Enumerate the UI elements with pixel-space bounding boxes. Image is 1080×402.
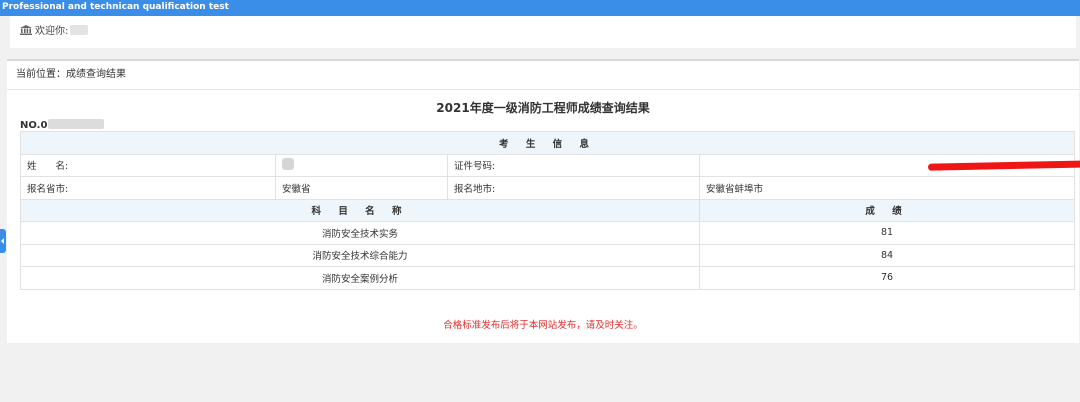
welcome-bar: 欢迎你: [10,16,1076,48]
page-title: 2021年度一级消防工程师成绩查询结果 [436,101,650,115]
blurred-name [282,157,294,170]
id-value [699,153,1080,177]
table-row: 消防安全案例分析 76 [20,266,1075,290]
name-label: 姓 名: [20,153,276,177]
table-row: 消防安全技术综合能力 84 [20,243,1075,267]
city-value: 安徽省蚌埠市 [699,176,1075,200]
breadcrumb: 当前位置：成绩查询结果 [7,61,1079,90]
app-title: Professional and technican qualification… [2,2,229,12]
table-row: 姓 名: 证件号码: [20,153,1080,177]
name-value [275,153,448,177]
id-label: 证件号码: [447,153,700,177]
table-row: 报名省市: 安徽省 报名地市: 安徽省蚌埠市 [20,176,1075,200]
table-row: 消防安全技术实务 81 [20,221,1075,245]
score-cell: 76 [699,266,1075,290]
score-header: 成 绩 [699,198,1075,222]
score-header-row: 科 目 名 称 成 绩 [20,198,1075,222]
chevron-left-icon [1,238,4,244]
blurred-reg-no [48,119,105,129]
subject-cell: 消防安全技术实务 [20,221,700,245]
subject-header: 科 目 名 称 [20,198,700,222]
registration-number: NO.0 [20,119,105,131]
app-header: Professional and technican qualification… [0,0,1080,16]
result-panel: 当前位置：成绩查询结果 2021年度一级消防工程师成绩查询结果 NO.0 考 生… [7,59,1080,343]
province-value: 安徽省 [275,176,448,200]
bank-icon [20,25,32,35]
province-label: 报名省市: [20,176,276,200]
welcome-label: 欢迎你: [35,26,69,37]
blurred-username [70,25,89,35]
score-cell: 81 [699,221,1075,245]
subject-cell: 消防安全技术综合能力 [20,243,700,267]
reg-no-prefix: NO.0 [20,120,48,131]
city-label: 报名地市: [447,176,700,200]
candidate-info-title: 考 生 信 息 [20,131,1075,155]
notice-text: 合格标准发布后将于本网站发布，请及时关注。 [443,320,643,331]
candidate-info-header: 考 生 信 息 [20,131,1075,155]
subject-cell: 消防安全案例分析 [20,266,700,290]
redacted-id [927,159,1080,171]
score-cell: 84 [699,243,1075,267]
score-table: 考 生 信 息 姓 名: 证件号码: 报名省市: 安徽省 报名地市: 安徽省蚌埠… [20,131,1080,290]
side-collapse-tab[interactable] [0,229,6,253]
